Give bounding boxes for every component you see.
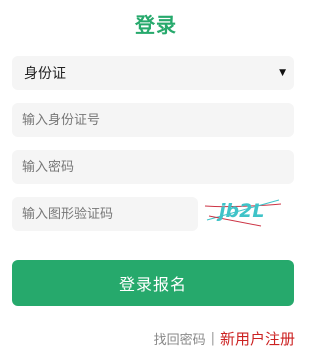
captcha-text: jb2L bbox=[216, 200, 264, 222]
id-number-input[interactable] bbox=[12, 103, 294, 137]
id-type-select[interactable]: 身份证 ▼ bbox=[12, 56, 294, 90]
captcha-input[interactable] bbox=[12, 197, 198, 231]
captcha-image[interactable]: jb2L bbox=[203, 194, 283, 228]
login-register-button[interactable]: 登录报名 bbox=[12, 260, 294, 306]
register-link[interactable]: 新用户注册 bbox=[220, 328, 295, 349]
caret-down-icon: ▼ bbox=[279, 68, 286, 78]
forgot-password-link[interactable]: 找回密码 bbox=[154, 329, 206, 348]
login-form: 登录 身份证 ▼ jb2L 登录报名 找回密码 | 新用户注册 bbox=[0, 0, 312, 353]
id-type-selected-value: 身份证 bbox=[24, 66, 66, 82]
link-separator: | bbox=[210, 331, 215, 346]
page-title: 登录 bbox=[135, 13, 177, 37]
password-input[interactable] bbox=[12, 150, 294, 184]
footer-links: 找回密码 | 新用户注册 bbox=[154, 328, 295, 349]
